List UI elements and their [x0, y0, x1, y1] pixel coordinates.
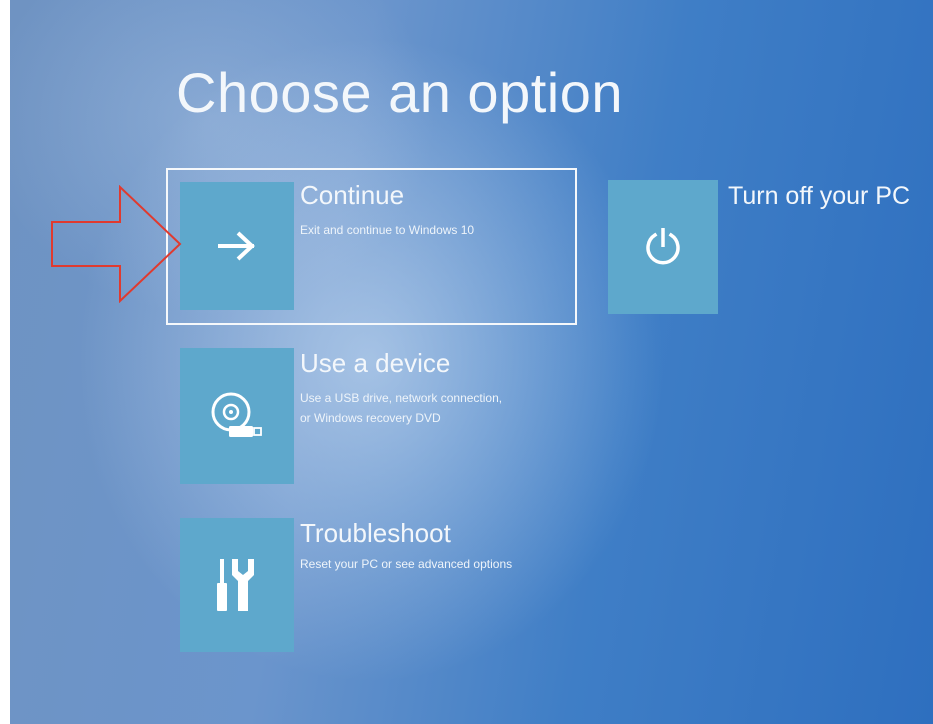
use-device-tile [180, 348, 294, 484]
turn-off-title: Turn off your PC [728, 182, 911, 210]
option-troubleshoot[interactable]: Troubleshoot Reset your PC or see advanc… [180, 518, 580, 652]
troubleshoot-title: Troubleshoot [300, 518, 451, 548]
use-device-description-line-1: Use a USB drive, network connection, [300, 391, 503, 405]
troubleshoot-description: Reset your PC or see advanced options [300, 557, 513, 571]
use-device-description-line-2: or Windows recovery DVD [300, 411, 441, 425]
continue-description: Exit and continue to Windows 10 [300, 223, 475, 237]
option-use-device[interactable]: Use a device Use a USB drive, network co… [180, 348, 580, 484]
recovery-screen: Choose an option Continue Exit and conti… [10, 0, 933, 724]
disc-usb-icon [207, 388, 267, 444]
continue-tile [180, 182, 294, 310]
option-turn-off[interactable]: Turn off your PC [608, 180, 926, 314]
tools-icon [214, 555, 260, 615]
arrow-right-icon [217, 230, 257, 262]
troubleshoot-tile [180, 518, 294, 652]
turn-off-tile [608, 180, 718, 314]
option-continue[interactable]: Continue Exit and continue to Windows 10 [168, 170, 575, 323]
continue-title: Continue [300, 180, 405, 210]
use-device-title: Use a device [300, 348, 451, 378]
page-title: Choose an option [176, 61, 624, 124]
power-icon [643, 225, 683, 269]
red-outline-arrow-icon [50, 185, 182, 303]
